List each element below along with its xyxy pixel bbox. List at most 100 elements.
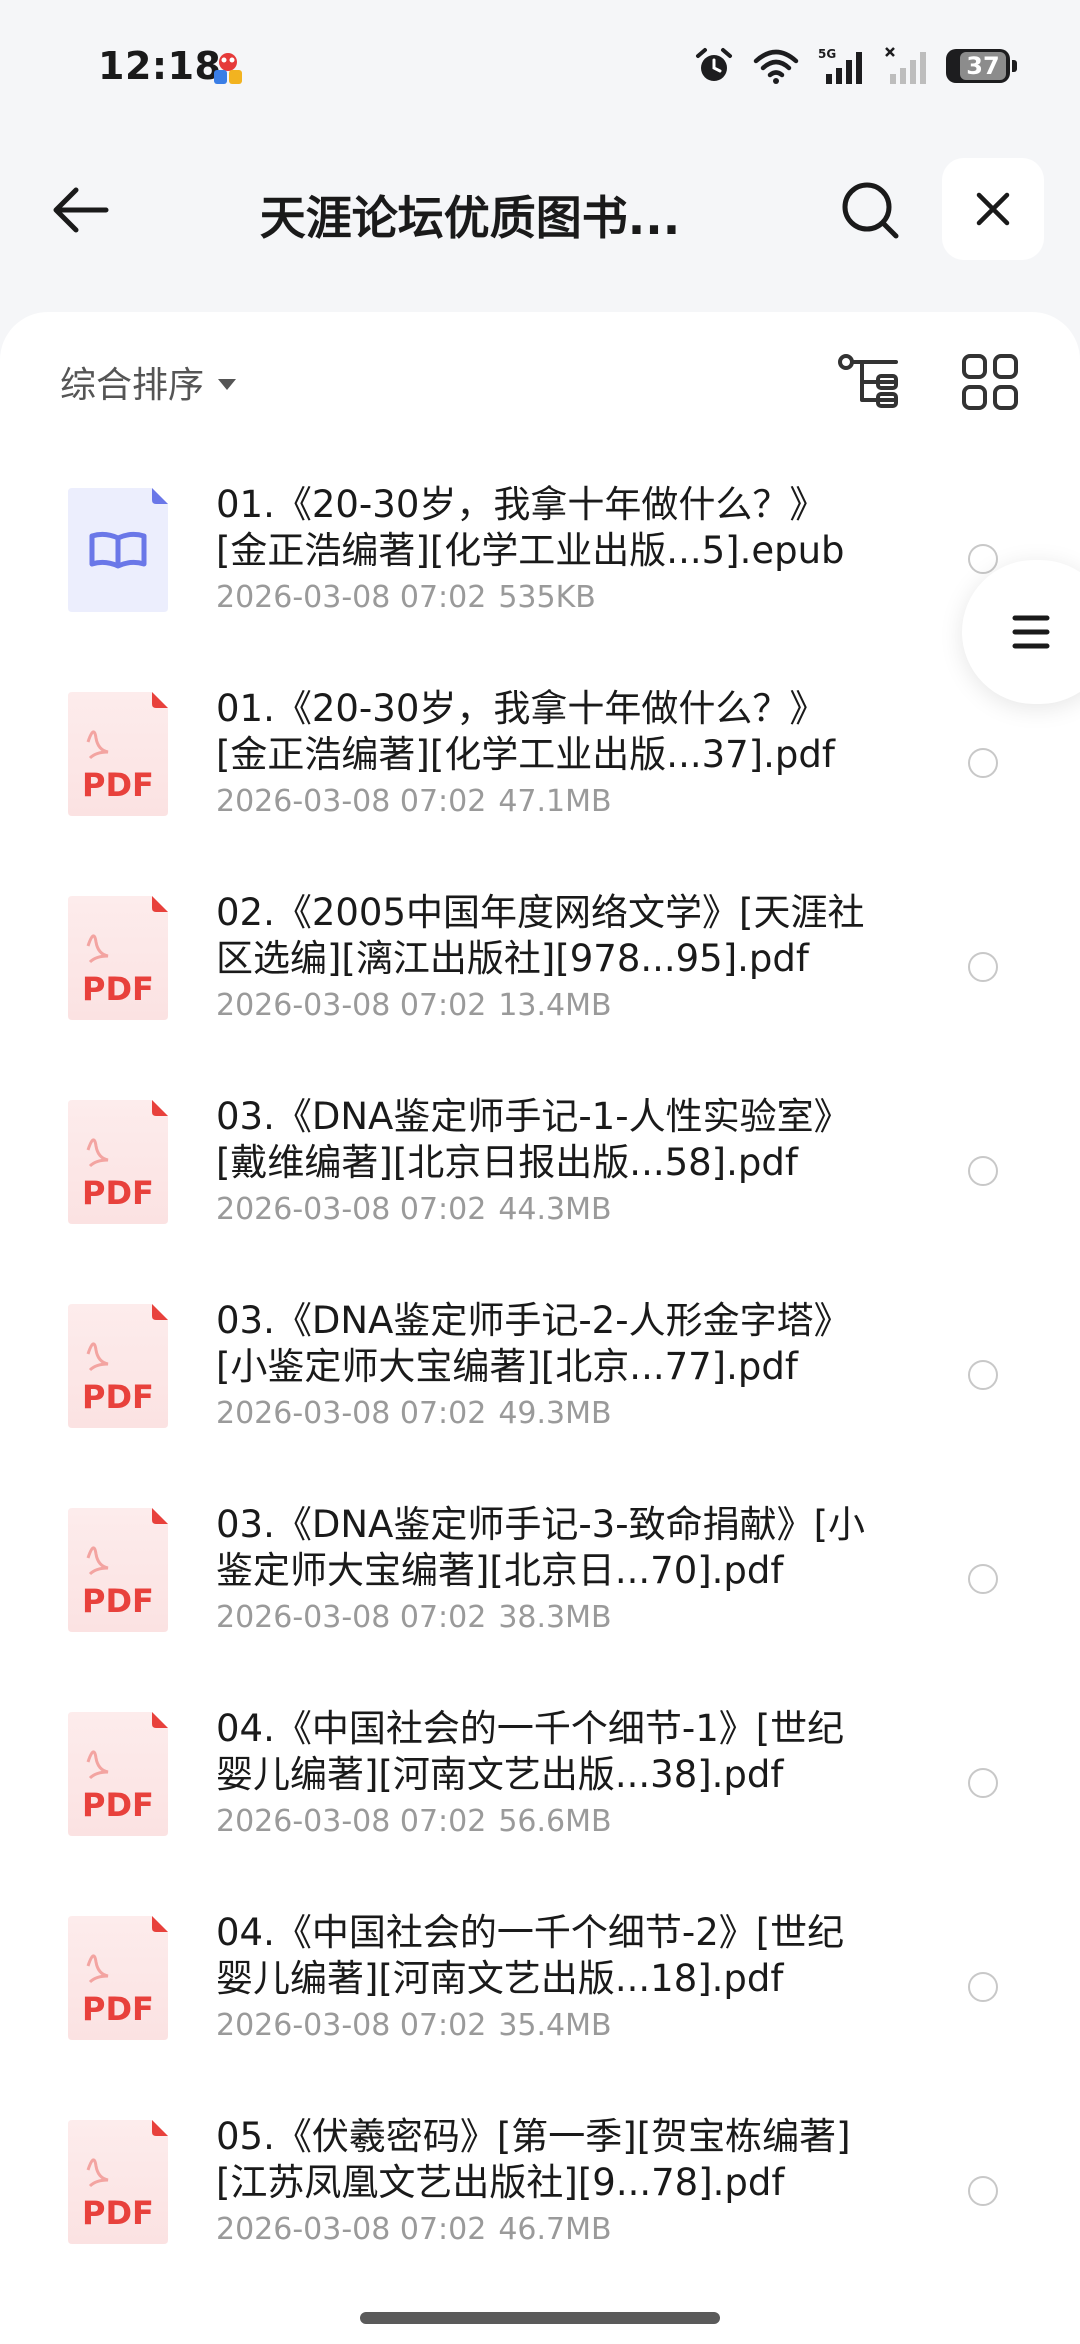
file-name: 01.《20-30岁，我拿十年做什么？》[金正浩编著][化学工业出版...37]… (216, 687, 835, 776)
pdf-file-icon: PDF (68, 692, 168, 816)
file-size: 56.6MB (498, 1804, 612, 1839)
file-name: 03.《DNA鉴定师手记-3-致命捐献》[小鉴定师大宝编著][北京日...70]… (216, 1503, 865, 1592)
file-name: 04.《中国社会的一千个细节-2》[世纪婴儿编著][河南文艺出版...18].p… (216, 1911, 845, 2000)
file-size: 44.3MB (498, 1192, 612, 1227)
pdf-file-icon: PDF (68, 1712, 168, 1836)
search-button[interactable] (830, 170, 910, 250)
epub-file-icon (68, 488, 168, 612)
select-radio[interactable] (968, 1564, 998, 1594)
file-row[interactable]: PDF 05.《伏羲密码》[第一季][贺宝栋编著][江苏凤凰文艺出版社][9..… (0, 2104, 1080, 2308)
signal-5g-icon: 5G (818, 47, 862, 84)
pdf-label: PDF (82, 1174, 154, 1212)
file-info: 02.《2005中国年度网络文学》[天涯社区选编][漓江出版社][978...9… (216, 890, 876, 1028)
title-bar: 天涯论坛优质图书... (0, 140, 1080, 280)
file-row[interactable]: PDF 01.《20-30岁，我拿十年做什么？》[金正浩编著][化学工业出版..… (0, 676, 1080, 880)
file-meta: 2026-03-08 07:02 56.6MB (216, 1800, 876, 1844)
select-radio[interactable] (968, 1972, 998, 2002)
select-radio[interactable] (968, 1156, 998, 1186)
app-notification-icon (214, 53, 242, 84)
file-size: 38.3MB (498, 1600, 612, 1635)
alarm-icon (696, 48, 732, 81)
file-size: 35.4MB (498, 2008, 612, 2043)
close-icon (976, 192, 1010, 226)
pdf-file-icon: PDF (68, 1508, 168, 1632)
select-radio[interactable] (968, 2176, 998, 2206)
status-icons: 5G 37 (694, 44, 1017, 88)
file-row[interactable]: PDF 03.《DNA鉴定师手记-1-人性实验室》[戴维编著][北京日报出版..… (0, 1084, 1080, 1288)
status-bar: 12:18 5G 37 (0, 0, 1080, 140)
search-icon (842, 182, 899, 239)
file-size: 13.4MB (498, 988, 612, 1023)
pdf-label: PDF (82, 766, 154, 804)
battery-icon: 37 (946, 49, 1017, 83)
file-info: 03.《DNA鉴定师手记-2-人形金字塔》[小鉴定师大宝编著][北京...77]… (216, 1298, 876, 1436)
pdf-label: PDF (82, 1786, 154, 1824)
file-date: 2026-03-08 07:02 (216, 988, 487, 1023)
home-indicator[interactable] (360, 2312, 720, 2324)
pdf-label: PDF (82, 970, 154, 1008)
file-size: 47.1MB (498, 784, 612, 819)
file-date: 2026-03-08 07:02 (216, 2212, 487, 2247)
select-radio[interactable] (968, 1768, 998, 1798)
file-row[interactable]: PDF 02.《2005中国年度网络文学》[天涯社区选编][漓江出版社][978… (0, 880, 1080, 1084)
file-row[interactable]: PDF 04.《中国社会的一千个细节-1》[世纪婴儿编著][河南文艺出版...3… (0, 1696, 1080, 1900)
sort-label: 综合排序 (60, 365, 205, 406)
file-name: 03.《DNA鉴定师手记-2-人形金字塔》[小鉴定师大宝编著][北京...77]… (216, 1299, 851, 1388)
content-sheet: 综合排序 01.《20-30岁，我拿十年做什么？》[金正浩编著][化学工业出版.… (0, 312, 1080, 2344)
file-row[interactable]: PDF 03.《DNA鉴定师手记-2-人形金字塔》[小鉴定师大宝编著][北京..… (0, 1288, 1080, 1492)
select-radio[interactable] (968, 544, 998, 574)
file-meta: 2026-03-08 07:02 13.4MB (216, 984, 876, 1028)
file-meta: 2026-03-08 07:02 38.3MB (216, 1596, 876, 1640)
signal-sim2-icon (885, 47, 926, 84)
file-date: 2026-03-08 07:02 (216, 1396, 487, 1431)
file-name: 02.《2005中国年度网络文学》[天涯社区选编][漓江出版社][978...9… (216, 891, 865, 980)
select-radio[interactable] (968, 748, 998, 778)
pdf-label: PDF (82, 2194, 154, 2232)
pdf-file-icon: PDF (68, 2120, 168, 2244)
file-name: 03.《DNA鉴定师手记-1-人性实验室》[戴维编著][北京日报出版...58]… (216, 1095, 851, 1184)
file-date: 2026-03-08 07:02 (216, 2008, 487, 2043)
file-info: 04.《中国社会的一千个细节-1》[世纪婴儿编著][河南文艺出版...38].p… (216, 1706, 876, 1844)
sort-bar: 综合排序 (0, 312, 1080, 452)
file-meta: 2026-03-08 07:02 535KB (216, 576, 876, 620)
select-radio[interactable] (968, 1360, 998, 1390)
pdf-file-icon: PDF (68, 896, 168, 1020)
select-radio[interactable] (968, 952, 998, 982)
file-name: 01.《20-30岁，我拿十年做什么？》[金正浩编著][化学工业出版...5].… (216, 483, 845, 572)
file-meta: 2026-03-08 07:02 49.3MB (216, 1392, 876, 1436)
pdf-label: PDF (82, 1582, 154, 1620)
file-row[interactable]: PDF 04.《中国社会的一千个细节-2》[世纪婴儿编著][河南文艺出版...1… (0, 1900, 1080, 2104)
file-size: 46.7MB (498, 2212, 612, 2247)
file-list: 01.《20-30岁，我拿十年做什么？》[金正浩编著][化学工业出版...5].… (0, 472, 1080, 2308)
file-date: 2026-03-08 07:02 (216, 1600, 487, 1635)
file-row[interactable]: PDF 03.《DNA鉴定师手记-3-致命捐献》[小鉴定师大宝编著][北京日..… (0, 1492, 1080, 1696)
file-size: 49.3MB (498, 1396, 612, 1431)
file-info: 03.《DNA鉴定师手记-3-致命捐献》[小鉴定师大宝编著][北京日...70]… (216, 1502, 876, 1640)
file-info: 05.《伏羲密码》[第一季][贺宝栋编著][江苏凤凰文艺出版社][9...78]… (216, 2114, 876, 2252)
pdf-file-icon: PDF (68, 1304, 168, 1428)
file-info: 04.《中国社会的一千个细节-2》[世纪婴儿编著][河南文艺出版...18].p… (216, 1910, 876, 2048)
battery-level: 37 (960, 52, 1006, 80)
tree-view-icon[interactable] (838, 352, 902, 412)
menu-icon (1012, 615, 1050, 649)
file-size: 535KB (498, 580, 596, 615)
file-name: 05.《伏羲密码》[第一季][贺宝栋编著][江苏凤凰文艺出版社][9...78]… (216, 2115, 851, 2204)
status-time: 12:18 (98, 44, 222, 88)
file-meta: 2026-03-08 07:02 46.7MB (216, 2208, 876, 2252)
pdf-file-icon: PDF (68, 1100, 168, 1224)
file-date: 2026-03-08 07:02 (216, 580, 487, 615)
file-list-screen: 12:18 5G 37 天涯论坛优质图书... 综合排序 01.《20-30岁，… (0, 0, 1080, 2344)
close-button[interactable] (942, 158, 1044, 260)
sort-dropdown[interactable]: 综合排序 (60, 356, 237, 408)
file-info: 01.《20-30岁，我拿十年做什么？》[金正浩编著][化学工业出版...5].… (216, 482, 876, 620)
pdf-file-icon: PDF (68, 1916, 168, 2040)
network-type: 5G (818, 47, 836, 61)
file-row[interactable]: 01.《20-30岁，我拿十年做什么？》[金正浩编著][化学工业出版...5].… (0, 472, 1080, 676)
pdf-label: PDF (82, 1378, 154, 1416)
back-button[interactable] (42, 172, 118, 248)
file-info: 01.《20-30岁，我拿十年做什么？》[金正浩编著][化学工业出版...37]… (216, 686, 876, 824)
file-date: 2026-03-08 07:02 (216, 784, 487, 819)
arrow-left-icon (53, 187, 109, 233)
grid-view-icon[interactable] (960, 352, 1020, 412)
file-date: 2026-03-08 07:02 (216, 1804, 487, 1839)
